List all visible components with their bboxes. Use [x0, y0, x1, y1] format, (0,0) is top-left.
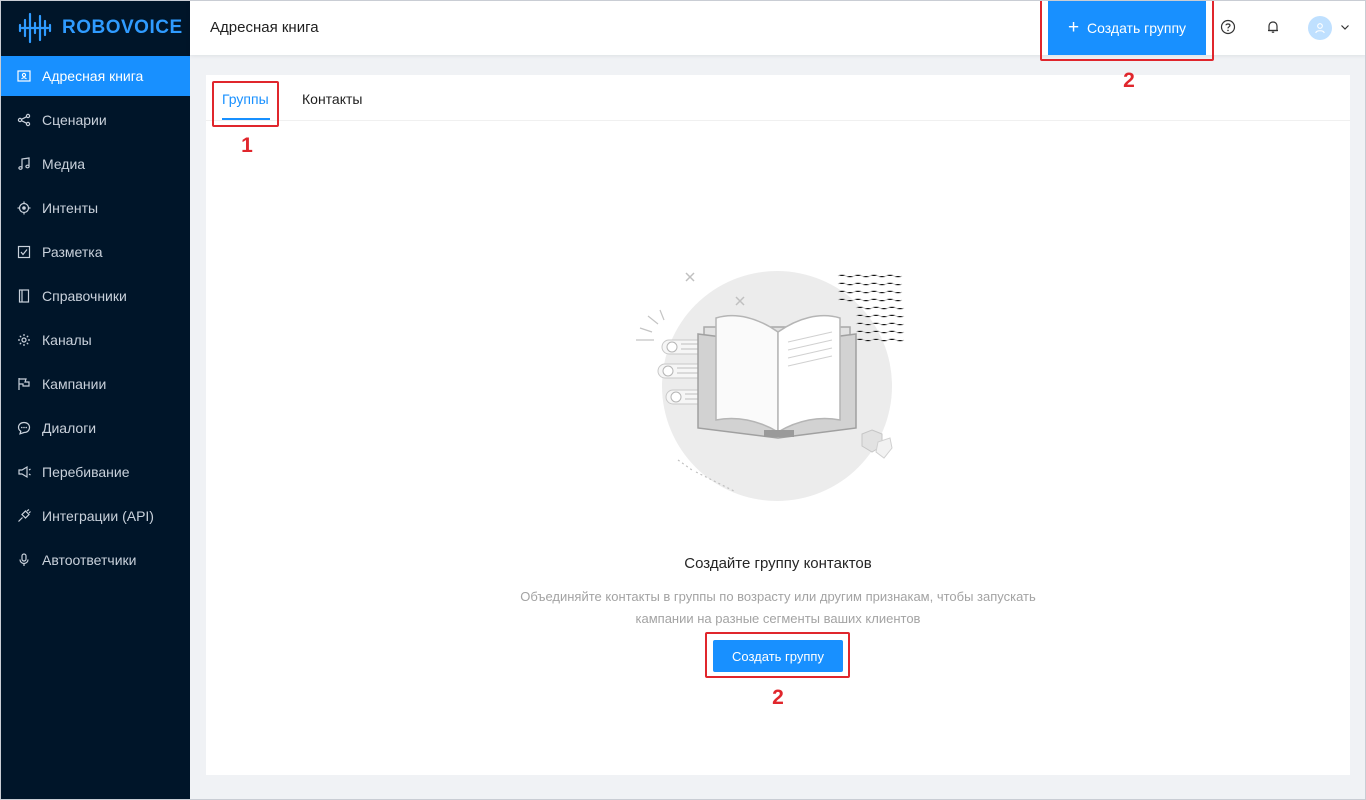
sidebar-item-label: Адресная книга: [42, 68, 144, 84]
sidebar-item-scenarios[interactable]: Сценарии: [0, 100, 190, 140]
plug-icon: [17, 509, 31, 523]
page-title: Адресная книга: [210, 19, 319, 36]
bell-icon[interactable]: [1265, 19, 1281, 35]
annotation-marker-2: 2: [1123, 69, 1135, 92]
empty-state-description-line: Объединяйте контакты в группы по возраст…: [520, 589, 1036, 604]
sidebar-item-label: Каналы: [42, 332, 92, 348]
annotation-marker-1: 1: [241, 134, 253, 157]
annotation-box-tabs: [212, 81, 279, 127]
help-icon[interactable]: [1220, 19, 1236, 35]
user-icon: [1315, 23, 1325, 34]
sidebar-item-dialogs[interactable]: Диалоги: [0, 408, 190, 448]
sidebar-item-label: Медиа: [42, 156, 86, 172]
empty-state-title: Создайте группу контактов: [684, 555, 872, 572]
sidebar-item-directories[interactable]: Справочники: [0, 276, 190, 316]
address-book-icon: [17, 69, 31, 83]
flag-icon: [17, 377, 31, 391]
sidebar-item-label: Диалоги: [42, 420, 97, 436]
sidebar-item-campaigns[interactable]: Кампании: [0, 364, 190, 404]
music-note-icon: [17, 157, 31, 171]
share-nodes-icon: [17, 113, 31, 127]
sidebar-item-intents[interactable]: Интенты: [0, 188, 190, 228]
target-icon: [17, 201, 31, 215]
soundwave-logo-icon: [18, 12, 52, 43]
tab-contacts[interactable]: Контакты: [302, 91, 362, 107]
sidebar-item-channels[interactable]: Каналы: [0, 320, 190, 360]
app-logo[interactable]: ROBOVOICE: [0, 0, 190, 55]
sidebar-item-label: Сценарии: [42, 112, 107, 128]
sidebar-item-integrations[interactable]: Интеграции (API): [0, 496, 190, 536]
sidebar-item-label: Интеграции (API): [42, 508, 154, 524]
open-book-illustration: [636, 271, 905, 501]
sidebar-item-label: Интенты: [42, 200, 99, 216]
annotation-marker-2: 2: [772, 686, 784, 709]
sidebar-item-label: Справочники: [42, 288, 127, 304]
annotation-box-header-button: [1040, 0, 1214, 61]
checkbox-icon: [17, 245, 31, 259]
annotation-box-empty-button: [705, 632, 850, 678]
chevron-down-icon[interactable]: [1340, 22, 1350, 32]
sidebar-item-label: Автоответчики: [42, 552, 137, 568]
user-avatar-icon[interactable]: [1308, 16, 1332, 40]
tabs-bar: Группы Контакты: [206, 75, 1350, 121]
microphone-icon: [17, 553, 31, 567]
sidebar-item-interruption[interactable]: Перебивание: [0, 452, 190, 492]
sidebar-item-media[interactable]: Медиа: [0, 144, 190, 184]
sidebar-item-label: Разметка: [42, 244, 103, 260]
sidebar: ROBOVOICE Адресная книга Сценарии Медиа …: [0, 0, 190, 800]
chat-icon: [17, 421, 31, 435]
sidebar-item-address-book[interactable]: Адресная книга: [0, 56, 190, 96]
book-icon: [17, 289, 31, 303]
empty-state-description-line: кампании на разные сегменты ваших клиент…: [635, 611, 921, 626]
sidebar-menu: Адресная книга Сценарии Медиа Интенты Ра…: [0, 56, 190, 580]
sidebar-item-label: Перебивание: [42, 464, 130, 480]
brand-name: ROBOVOICE: [62, 16, 183, 38]
empty-state-description: Объединяйте контакты в группы по возраст…: [478, 586, 1078, 630]
sidebar-item-markup[interactable]: Разметка: [0, 232, 190, 272]
gear-icon: [17, 333, 31, 347]
sidebar-item-answering-machines[interactable]: Автоответчики: [0, 540, 190, 580]
megaphone-icon: [17, 465, 31, 479]
sidebar-item-label: Кампании: [42, 376, 107, 392]
